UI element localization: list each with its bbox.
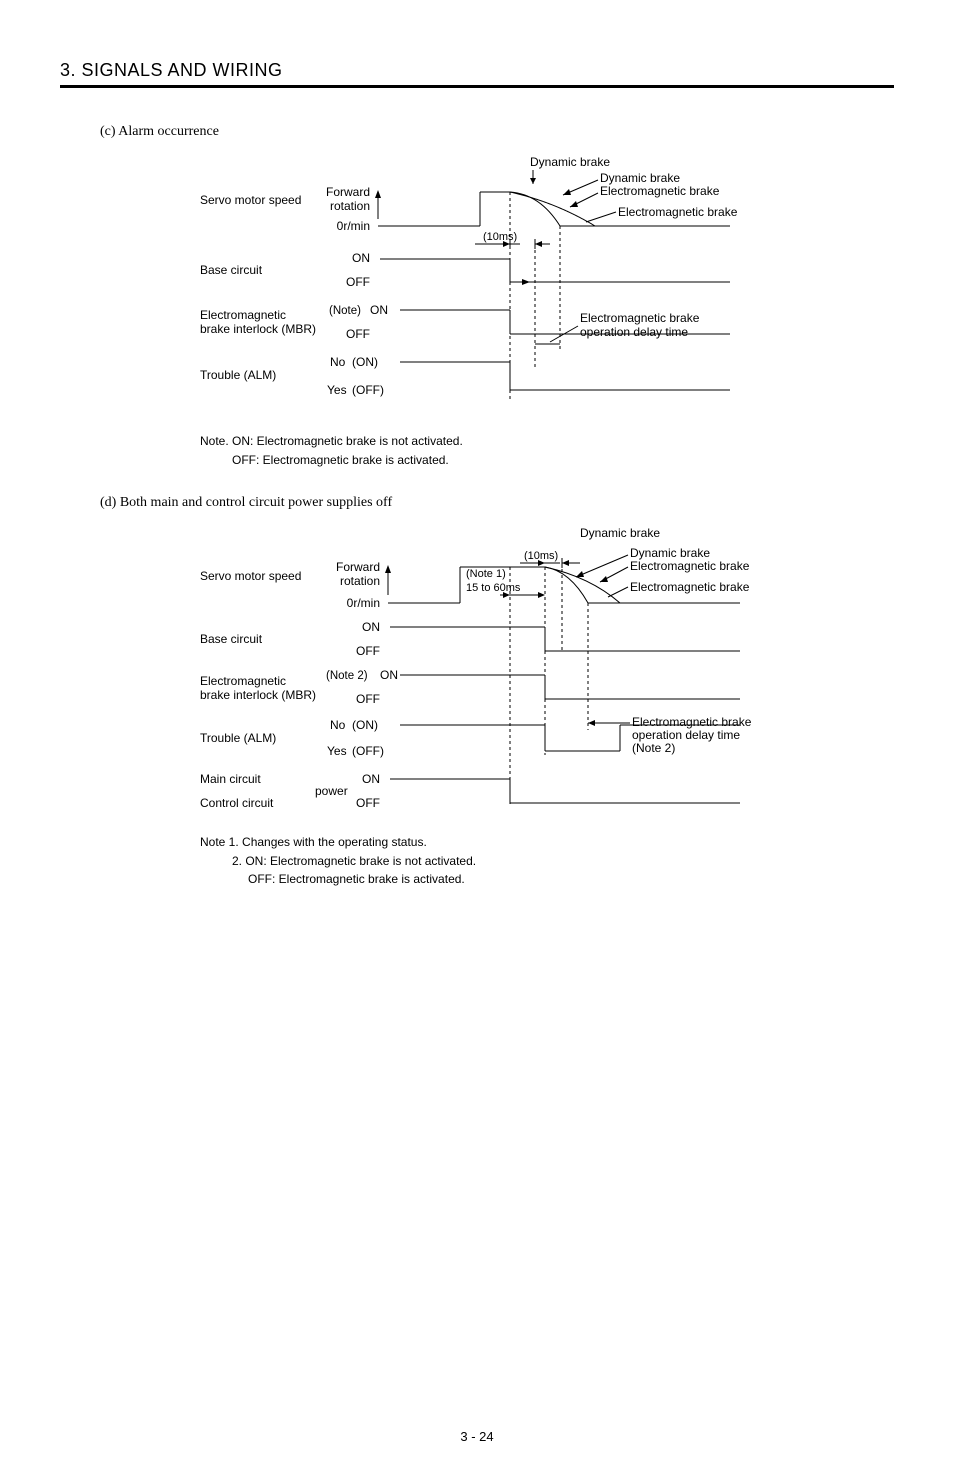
- svg-text:Dynamic brake: Dynamic brake: [630, 546, 710, 560]
- svg-text:No: No: [330, 718, 346, 732]
- svg-text:(OFF): (OFF): [352, 383, 384, 397]
- note-c-1: Note. ON: Electromagnetic brake is not a…: [200, 432, 894, 451]
- svg-text:No: No: [330, 355, 346, 369]
- note-c: Note. ON: Electromagnetic brake is not a…: [200, 432, 894, 469]
- dynbrake-top-d: Dynamic brake: [580, 526, 660, 540]
- svg-text:Forward: Forward: [326, 185, 370, 199]
- diagram-c: Dynamic brake Dynamic brake Electromagne…: [200, 154, 894, 414]
- svg-text:operation delay time: operation delay time: [632, 728, 740, 742]
- svg-text:(10ms): (10ms): [483, 231, 517, 243]
- mbr-callout: Electromagnetic brake: [580, 311, 700, 325]
- note-c-2: OFF: Electromagnetic brake is activated.: [232, 451, 894, 470]
- timing-chart-c: Dynamic brake Dynamic brake Electromagne…: [200, 154, 770, 414]
- svg-text:Servo motor speed: Servo motor speed: [200, 569, 301, 583]
- svg-text:ON: ON: [362, 620, 380, 634]
- row-speed-label: Servo motor speed: [200, 193, 301, 207]
- section-header: 3. SIGNALS AND WIRING: [60, 60, 894, 88]
- timing-chart-d: Dynamic brake Dynamic brake Electromagne…: [200, 525, 780, 815]
- note-d: Note 1. Changes with the operating statu…: [200, 833, 894, 889]
- svg-text:Electromagnetic brake: Electromagnetic brake: [630, 559, 750, 573]
- caption-c: (c) Alarm occurrence: [100, 124, 894, 140]
- svg-text:ON: ON: [362, 772, 380, 786]
- svg-text:Electromagnetic brake: Electromagnetic brake: [630, 580, 750, 594]
- svg-text:Trouble (ALM): Trouble (ALM): [200, 368, 276, 382]
- svg-text:OFF: OFF: [356, 796, 380, 810]
- svg-text:Electromagnetic brake: Electromagnetic brake: [632, 715, 752, 729]
- svg-text:(10ms): (10ms): [524, 550, 558, 562]
- svg-text:(Note 2): (Note 2): [632, 741, 675, 755]
- svg-text:Forward: Forward: [336, 560, 380, 574]
- svg-text:OFF: OFF: [356, 692, 380, 706]
- diagram-d: Dynamic brake Dynamic brake Electromagne…: [200, 525, 894, 815]
- svg-text:ON: ON: [380, 668, 398, 682]
- svg-text:OFF: OFF: [346, 275, 370, 289]
- svg-text:(OFF): (OFF): [352, 744, 384, 758]
- svg-text:ON: ON: [352, 251, 370, 265]
- note-d-1: Note 1. Changes with the operating statu…: [200, 833, 894, 852]
- svg-text:rotation: rotation: [330, 199, 370, 213]
- dynbrake-top: Dynamic brake: [530, 155, 610, 169]
- caption-d: (d) Both main and control circuit power …: [100, 495, 894, 511]
- svg-text:0r/min: 0r/min: [347, 596, 380, 610]
- svg-text:Base circuit: Base circuit: [200, 632, 263, 646]
- svg-text:Yes: Yes: [327, 383, 347, 397]
- svg-text:Electromagnetic: Electromagnetic: [200, 308, 286, 322]
- svg-text:(Note 2): (Note 2): [326, 670, 368, 682]
- svg-text:OFF: OFF: [346, 327, 370, 341]
- page-number: 3 - 24: [60, 1429, 894, 1444]
- callout-emb2: Electromagnetic brake: [618, 205, 738, 219]
- svg-text:(ON): (ON): [352, 718, 378, 732]
- note-d-3: OFF: Electromagnetic brake is activated.: [248, 870, 894, 889]
- svg-text:Main circuit: Main circuit: [200, 772, 261, 786]
- svg-text:0r/min: 0r/min: [337, 219, 370, 233]
- svg-text:OFF: OFF: [356, 644, 380, 658]
- note-d-2: 2. ON: Electromagnetic brake is not acti…: [232, 852, 894, 871]
- svg-text:brake interlock (MBR): brake interlock (MBR): [200, 322, 316, 336]
- callout-emb: Electromagnetic brake: [600, 184, 720, 198]
- svg-text:(ON): (ON): [352, 355, 378, 369]
- svg-text:brake interlock (MBR): brake interlock (MBR): [200, 688, 316, 702]
- svg-text:(Note): (Note): [329, 305, 361, 317]
- svg-text:(Note 1): (Note 1): [466, 568, 506, 580]
- svg-text:Electromagnetic: Electromagnetic: [200, 674, 286, 688]
- callout-db: Dynamic brake: [600, 171, 680, 185]
- svg-text:operation delay time: operation delay time: [580, 325, 688, 339]
- svg-text:rotation: rotation: [340, 574, 380, 588]
- svg-text:Control circuit: Control circuit: [200, 796, 274, 810]
- svg-text:ON: ON: [370, 303, 388, 317]
- svg-text:power: power: [315, 784, 348, 798]
- svg-text:Yes: Yes: [327, 744, 347, 758]
- svg-text:Trouble (ALM): Trouble (ALM): [200, 731, 276, 745]
- svg-text:15 to 60ms: 15 to 60ms: [466, 582, 521, 594]
- svg-text:Base circuit: Base circuit: [200, 263, 263, 277]
